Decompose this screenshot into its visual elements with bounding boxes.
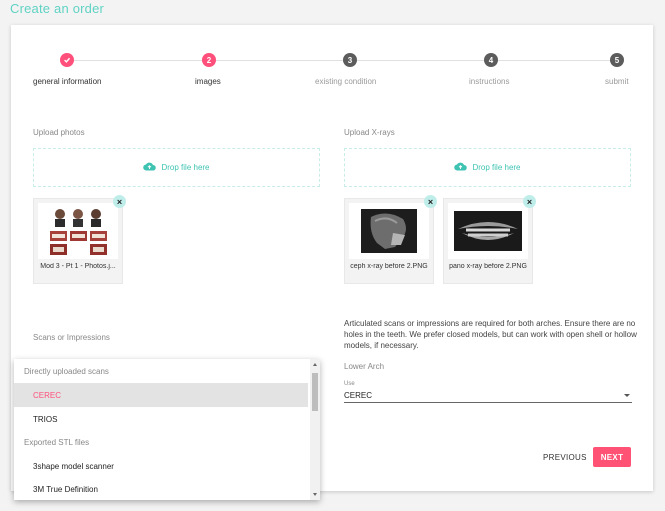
step-connector bbox=[74, 60, 202, 61]
use-label: Use bbox=[344, 381, 355, 387]
photos-dropzone[interactable]: Drop file here bbox=[33, 148, 320, 187]
photo-file-thumbnail[interactable]: Mod 3 - Pt 1 - Photos.j... × bbox=[34, 195, 126, 283]
step-4-label[interactable]: instructions bbox=[469, 77, 509, 86]
next-button[interactable]: NEXT bbox=[593, 447, 631, 467]
close-icon: × bbox=[116, 196, 123, 207]
remove-file-button[interactable]: × bbox=[113, 195, 126, 208]
remove-file-button[interactable]: × bbox=[523, 195, 536, 208]
scrollbar-thumb[interactable] bbox=[312, 373, 318, 411]
xray-file-thumbnail[interactable]: pano x-ray before 2.PNG × bbox=[444, 195, 536, 283]
step-4-circle[interactable]: 4 bbox=[484, 53, 498, 67]
upload-xrays-label: Upload X-rays bbox=[344, 128, 395, 137]
previous-button[interactable]: PREVIOUS bbox=[537, 449, 593, 466]
step-connector bbox=[357, 60, 484, 61]
step-connector bbox=[216, 60, 343, 61]
dropdown-group-header: Directly uploaded scans bbox=[24, 366, 109, 376]
dropdown-scrollbar[interactable] bbox=[310, 359, 320, 500]
scroll-down-icon[interactable] bbox=[313, 493, 317, 496]
cloud-upload-icon bbox=[454, 162, 468, 173]
step-connector bbox=[498, 60, 610, 61]
scans-info-text: Articulated scans or impressions are req… bbox=[344, 319, 637, 350]
upload-photos-label: Upload photos bbox=[33, 128, 85, 137]
chevron-down-icon bbox=[624, 393, 630, 397]
dropdown-option-cerec[interactable]: CEREC bbox=[14, 383, 308, 407]
step-2-circle[interactable]: 2 bbox=[202, 53, 216, 67]
patient-photos-collage-icon bbox=[38, 203, 118, 259]
dropzone-text: Drop file here bbox=[472, 163, 521, 172]
lower-arch-label: Lower Arch bbox=[344, 362, 385, 371]
dropdown-group-header: Exported STL files bbox=[24, 437, 90, 447]
pano-xray-image-icon bbox=[448, 203, 528, 259]
step-1-label[interactable]: general information bbox=[33, 77, 101, 86]
scroll-up-icon[interactable] bbox=[313, 363, 317, 366]
select-value: CEREC bbox=[344, 390, 373, 400]
close-icon: × bbox=[427, 196, 434, 207]
step-5-label[interactable]: submit bbox=[605, 77, 629, 86]
file-name: pano x-ray before 2.PNG bbox=[449, 263, 527, 270]
xray-file-thumbnail[interactable]: ceph x-ray before 2.PNG × bbox=[345, 195, 437, 283]
step-3-label[interactable]: existing condition bbox=[315, 77, 376, 86]
dropzone-text: Drop file here bbox=[161, 163, 210, 172]
ceph-xray-image-icon bbox=[349, 203, 429, 259]
close-icon: × bbox=[526, 196, 533, 207]
step-1-circle[interactable] bbox=[60, 53, 74, 67]
step-3-circle[interactable]: 3 bbox=[343, 53, 357, 67]
check-icon bbox=[64, 57, 71, 63]
dropdown-option-3shape[interactable]: 3shape model scanner bbox=[14, 454, 308, 478]
scans-label: Scans or Impressions bbox=[33, 333, 110, 342]
scan-source-dropdown[interactable]: Directly uploaded scans CEREC TRIOS Expo… bbox=[14, 359, 320, 500]
page-title: Create an order bbox=[10, 1, 105, 16]
xrays-dropzone[interactable]: Drop file here bbox=[344, 148, 631, 187]
cloud-upload-icon bbox=[143, 162, 157, 173]
step-2-label[interactable]: images bbox=[195, 77, 221, 86]
dropdown-option-3m-true-definition[interactable]: 3M True Definition bbox=[14, 477, 308, 500]
lower-arch-select[interactable]: CEREC bbox=[344, 388, 632, 403]
remove-file-button[interactable]: × bbox=[424, 195, 437, 208]
file-name: ceph x-ray before 2.PNG bbox=[350, 263, 428, 270]
file-name: Mod 3 - Pt 1 - Photos.j... bbox=[40, 263, 116, 270]
step-5-circle[interactable]: 5 bbox=[610, 53, 624, 67]
dropdown-option-trios[interactable]: TRIOS bbox=[14, 407, 308, 431]
